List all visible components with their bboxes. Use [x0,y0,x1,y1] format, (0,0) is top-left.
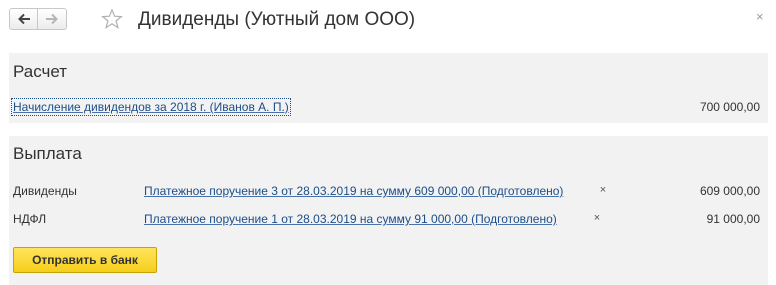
star-icon[interactable] [101,8,123,30]
payment-section: Выплата Дивиденды Платежное поручение 3 … [9,136,768,285]
ndfl-payment-order-link[interactable]: Платежное поручение 1 от 28.03.2019 на с… [144,212,557,226]
ndfl-label: НДФЛ [13,212,47,226]
accrual-amount: 700 000,00 [699,100,760,114]
dividends-payment-order-link[interactable]: Платежное поручение 3 от 28.03.2019 на с… [144,184,563,198]
payment-title: Выплата [13,144,82,163]
send-to-bank-button[interactable]: Отправить в банк [13,247,157,273]
arrow-left-icon [17,13,30,25]
back-button[interactable] [9,8,38,30]
page-title: Дивиденды (Уютный дом ООО) [138,9,416,30]
close-icon[interactable]: × [756,10,764,23]
remove-ndfl-order-icon[interactable]: × [591,212,603,224]
accrual-document-link[interactable]: Начисление дивидендов за 2018 г. (Иванов… [11,98,291,116]
arrow-right-icon [46,13,58,25]
dividends-label: Дивиденды [13,184,77,198]
calculation-title: Расчет [13,62,68,81]
ndfl-amount: 91 000,00 [706,212,760,226]
remove-dividends-order-icon[interactable]: × [597,184,609,196]
dividends-amount: 609 000,00 [699,184,760,198]
forward-button[interactable] [38,8,67,30]
calculation-section: Расчет Начисление дивидендов за 2018 г. … [9,53,768,123]
window-titlebar: Дивиденды (Уютный дом ООО) × [0,0,776,42]
